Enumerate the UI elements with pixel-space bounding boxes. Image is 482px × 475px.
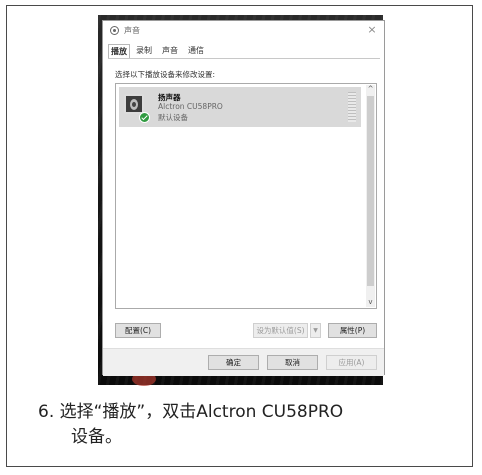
list-scrollbar[interactable]: ^ v (366, 85, 375, 307)
device-model: Alctron CU58PRO (158, 102, 223, 111)
set-default-button[interactable]: 设为默认值(S) (253, 323, 308, 338)
scroll-down-arrow-icon[interactable]: v (366, 298, 375, 307)
device-status: 默认设备 (158, 113, 188, 122)
sound-dialog: 声音 × 播放 录制 声音 通信 选择以下播放设备来修改设置: 扬声器 Alct… (102, 20, 385, 376)
check-badge-icon (139, 112, 150, 123)
tab-communications[interactable]: 通信 (185, 44, 207, 58)
sound-app-icon (110, 26, 119, 35)
step-caption: 6. 选择“播放”，双击Alctron CU58PRO (38, 402, 344, 422)
speaker-icon (124, 94, 144, 114)
level-meter (348, 92, 356, 122)
tab-playback[interactable]: 播放 (108, 44, 130, 59)
device-row-speaker[interactable]: 扬声器 Alctron CU58PRO 默认设备 (119, 87, 361, 127)
step-caption-continued: 设备。 (71, 427, 122, 447)
close-button[interactable]: × (365, 23, 379, 37)
title-bar: 声音 × (103, 21, 384, 41)
tab-strip: 播放 录制 声音 通信 (108, 44, 378, 59)
ok-button[interactable]: 确定 (208, 355, 259, 370)
tab-sounds[interactable]: 声音 (159, 44, 181, 58)
tab-recording[interactable]: 录制 (133, 44, 155, 58)
scroll-thumb[interactable] (367, 96, 374, 286)
configure-button[interactable]: 配置(C) (115, 323, 161, 338)
playback-device-list[interactable]: 扬声器 Alctron CU58PRO 默认设备 ^ v (115, 83, 377, 309)
dialog-footer: 确定 取消 应用(A) (103, 348, 384, 376)
set-default-dropdown-icon[interactable]: ▼ (310, 323, 321, 338)
properties-button[interactable]: 属性(P) (328, 323, 377, 338)
scroll-up-arrow-icon[interactable]: ^ (366, 85, 375, 94)
dialog-title: 声音 (124, 26, 140, 35)
apply-button[interactable]: 应用(A) (326, 355, 377, 370)
instruction-text: 选择以下播放设备来修改设置: (115, 70, 216, 79)
tab-divider (108, 58, 380, 59)
cancel-button[interactable]: 取消 (267, 355, 318, 370)
